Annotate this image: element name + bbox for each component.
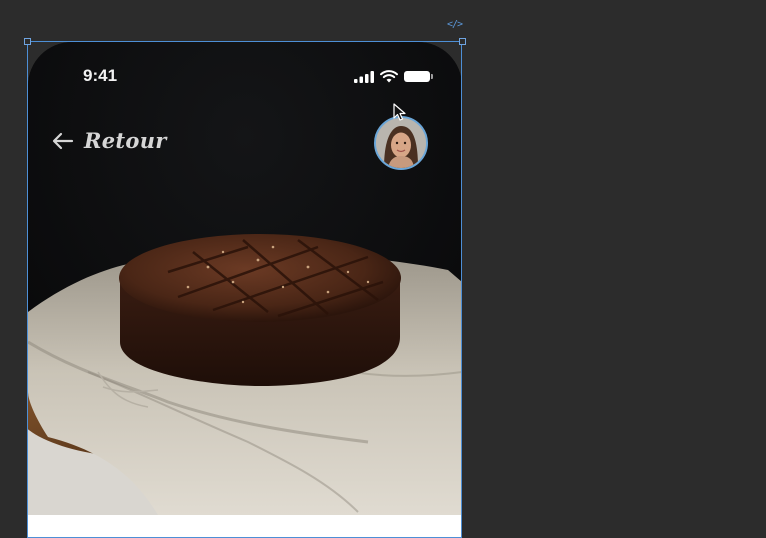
resize-handle-top-right[interactable] <box>459 38 466 45</box>
back-button[interactable]: Retour <box>52 128 167 153</box>
back-label: Retour <box>84 128 167 153</box>
profile-photo <box>376 118 426 168</box>
pointer-cursor-icon <box>393 103 406 121</box>
status-time: 9:41 <box>83 66 118 85</box>
code-view-icon[interactable]: </> <box>447 19 463 30</box>
resize-handle-top-left[interactable] <box>24 38 31 45</box>
design-canvas: </> 9:41 Retour <box>0 0 766 538</box>
arrow-left-icon <box>52 132 74 149</box>
status-icons <box>354 70 433 83</box>
content-sheet <box>28 515 462 538</box>
battery-icon <box>404 71 433 82</box>
signal-icon <box>354 70 374 83</box>
avatar[interactable] <box>374 116 428 170</box>
wifi-icon <box>380 70 398 83</box>
